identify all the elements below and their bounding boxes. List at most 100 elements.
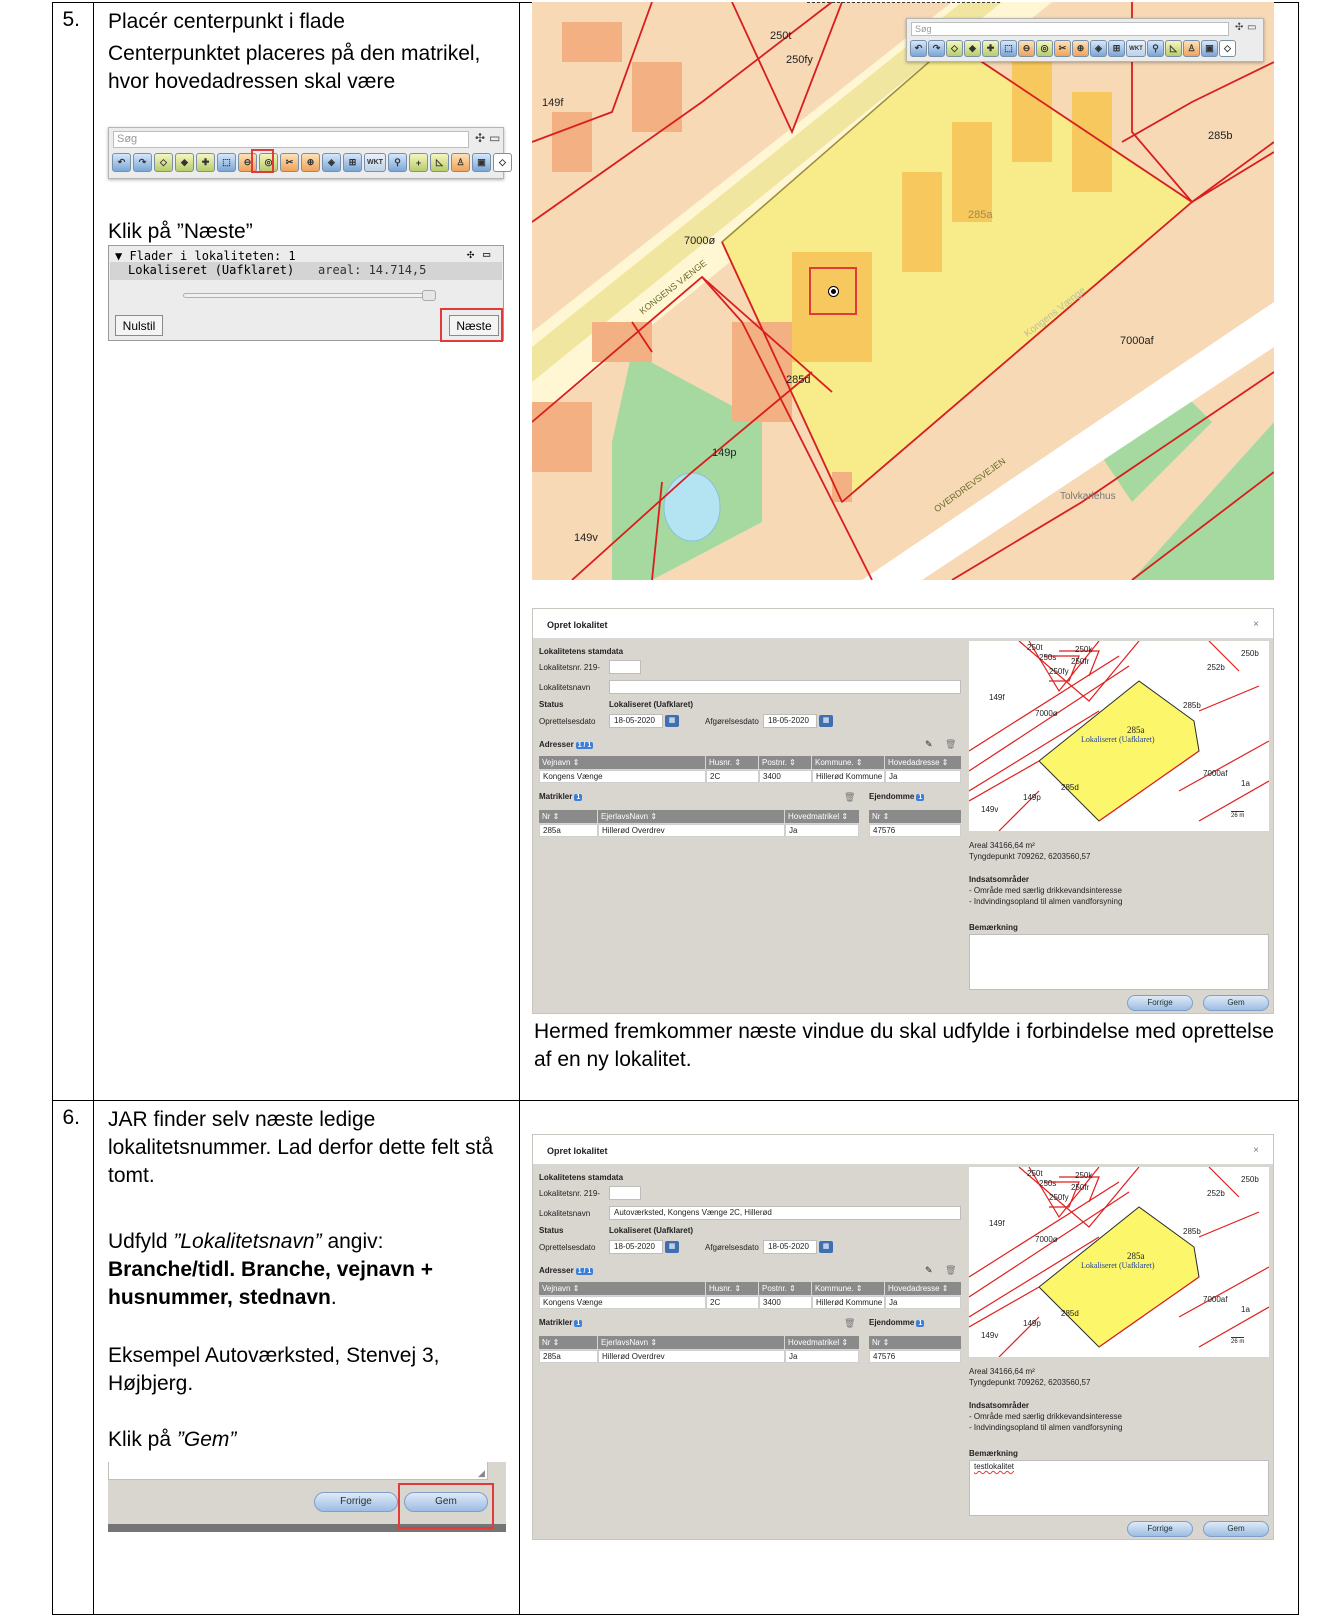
search-input[interactable]: Søg	[113, 131, 469, 148]
adresser-cell[interactable]: 2C	[706, 770, 759, 783]
measure-icon[interactable]: ◺	[430, 153, 449, 172]
photo-icon[interactable]: ▣	[472, 153, 491, 172]
location-pin-icon[interactable]: ⚲	[1147, 40, 1164, 57]
split-icon[interactable]: ✂	[1054, 40, 1071, 57]
draw-polygon-icon[interactable]: ◇	[154, 153, 173, 172]
adresser-header-kommune[interactable]: Kommune. ⇕	[812, 1282, 884, 1295]
tag-icon[interactable]: ◇	[493, 153, 512, 172]
adresser-cell[interactable]: Ja	[885, 1296, 961, 1309]
edit-icon[interactable]: ✎	[925, 739, 933, 750]
buffer-icon[interactable]: ◈	[322, 153, 341, 172]
adresser-header-hovedadresse[interactable]: Hovedadresse ⇕	[885, 1282, 961, 1295]
adresser-header-hovedadresse[interactable]: Hovedadresse ⇕	[885, 756, 961, 769]
merge-icon[interactable]: ⊕	[301, 153, 320, 172]
slider-handle[interactable]	[422, 290, 436, 301]
ejendomme-header-nr[interactable]: Nr ⇕	[869, 1336, 961, 1349]
edit-icon[interactable]: ✎	[925, 1265, 933, 1276]
lokalitetsnavn-field[interactable]: Autoværksted, Kongens Vænge 2C, Hillerød	[609, 1206, 961, 1220]
lokalitetsnr-field[interactable]	[609, 1186, 641, 1200]
add-point-icon[interactable]: +	[409, 153, 428, 172]
adresser-header-vejnavn[interactable]: Vejnavn ⇕	[539, 756, 705, 769]
matrikler-cell[interactable]: 285a	[539, 824, 598, 837]
wkt-icon[interactable]: WKT	[1126, 40, 1146, 57]
adresser-header-husnr[interactable]: Husnr. ⇕	[706, 1282, 758, 1295]
trash-icon[interactable]: 🗑	[844, 792, 855, 803]
adresser-cell[interactable]: Kongens Vænge	[539, 1296, 706, 1309]
reset-button[interactable]: Nulstil	[115, 315, 163, 336]
split-icon[interactable]: ✂	[280, 153, 299, 172]
add-polygon-icon[interactable]: ✚	[982, 40, 999, 57]
close-icon[interactable]: ×	[1253, 1145, 1259, 1156]
matrikler-header-nr[interactable]: Nr ⇕	[539, 810, 597, 823]
adresser-header-husnr[interactable]: Husnr. ⇕	[706, 756, 758, 769]
move-icon[interactable]: ✣	[1235, 22, 1243, 33]
trash-icon[interactable]: 🗑	[945, 1265, 956, 1276]
close-icon[interactable]: ×	[1253, 619, 1259, 630]
matrikler-header-nr[interactable]: Nr ⇕	[539, 1336, 597, 1349]
adresser-cell[interactable]: 3400	[759, 770, 812, 783]
photo-icon[interactable]: ▣	[1201, 40, 1218, 57]
adresser-cell[interactable]: 2C	[706, 1296, 759, 1309]
map-view[interactable]: 250t 250fy 149f 285b 285a 7000ø KONGENS …	[532, 2, 1274, 580]
oprettelsesdato-field[interactable]: 18-05-2020	[609, 1240, 663, 1254]
undo-icon[interactable]: ↶	[910, 40, 927, 57]
remove-icon[interactable]: ⊖	[1018, 40, 1035, 57]
matrikler-cell[interactable]: Hillerød Overdrev	[598, 1350, 785, 1363]
lokalitetsnavn-field[interactable]	[609, 680, 961, 694]
matrikler-cell[interactable]: Ja	[785, 824, 859, 837]
person-icon[interactable]: ♙	[1183, 40, 1200, 57]
flader-item[interactable]: Lokaliseret (Uafklaret) areal: 14.714,5	[110, 262, 502, 280]
select-area-icon[interactable]: ⬚	[1000, 40, 1017, 57]
matrikler-header-ejerlav[interactable]: EjerlavsNavn ⇕	[598, 810, 784, 823]
matrikler-cell[interactable]: Hillerød Overdrev	[598, 824, 785, 837]
buffer-icon[interactable]: ◈	[1090, 40, 1107, 57]
trash-icon[interactable]: 🗑	[945, 739, 956, 750]
trash-icon[interactable]: 🗑	[844, 1318, 855, 1329]
matrikler-header-hovedmatrikel[interactable]: Hovedmatrikel ⇕	[785, 810, 859, 823]
ejendomme-cell[interactable]: 47576	[869, 1350, 961, 1363]
mini-map[interactable]: 250t 250k 250s 250b 252b 250fr 250fy 149…	[969, 641, 1269, 831]
afgoerelsesdato-field[interactable]: 18-05-2020	[763, 714, 817, 728]
afgoerelsesdato-field[interactable]: 18-05-2020	[763, 1240, 817, 1254]
redo-icon[interactable]: ↷	[133, 153, 152, 172]
adresser-cell[interactable]: Ja	[885, 770, 961, 783]
calendar-icon[interactable]: ▦	[819, 715, 833, 727]
minimize-icon[interactable]: ▭	[483, 247, 490, 261]
location-pin-icon[interactable]: ⚲	[388, 153, 407, 172]
redo-icon[interactable]: ↷	[928, 40, 945, 57]
undo-icon[interactable]: ↶	[112, 153, 131, 172]
opacity-slider[interactable]	[183, 290, 436, 301]
save-button[interactable]: Gem	[1203, 1521, 1269, 1537]
centerpoint-marker[interactable]	[829, 287, 838, 296]
adresser-cell[interactable]: 3400	[759, 1296, 812, 1309]
bemaerkning-field[interactable]	[969, 934, 1269, 990]
calendar-icon[interactable]: ▦	[665, 715, 679, 727]
previous-button[interactable]: Forrige	[1127, 995, 1193, 1011]
bemaerkning-field[interactable]: testlokalitet	[969, 1460, 1269, 1516]
merge-icon[interactable]: ⊕	[1072, 40, 1089, 57]
draw-polygon-icon[interactable]: ◇	[946, 40, 963, 57]
adresser-header-postnr[interactable]: Postnr. ⇕	[759, 756, 811, 769]
mini-map[interactable]: 250t 250k 250s 250b 252b 250fr 250fy 149…	[969, 1167, 1269, 1357]
wkt-icon[interactable]: WKT	[364, 153, 386, 172]
resize-handle-icon[interactable]: ◢	[478, 1468, 485, 1479]
move-icon[interactable]: ✣	[475, 131, 485, 145]
tag-icon[interactable]: ◇	[1219, 40, 1236, 57]
save-button[interactable]: Gem	[1203, 995, 1269, 1011]
previous-button[interactable]: Forrige	[1127, 1521, 1193, 1537]
minimize-icon[interactable]: ▭	[489, 131, 500, 145]
matrikler-cell[interactable]: 285a	[539, 1350, 598, 1363]
adresser-header-vejnavn[interactable]: Vejnavn ⇕	[539, 1282, 705, 1295]
search-input[interactable]: Søg	[911, 22, 1229, 36]
minimize-icon[interactable]: ▭	[1247, 22, 1256, 33]
oprettelsesdato-field[interactable]: 18-05-2020	[609, 714, 663, 728]
edit-polygon-icon[interactable]: ◆	[175, 153, 194, 172]
grid-icon[interactable]: ⊞	[343, 153, 362, 172]
adresser-cell[interactable]: Hillerød Kommune	[812, 1296, 885, 1309]
ejendomme-header-nr[interactable]: Nr ⇕	[869, 810, 961, 823]
lokalitetsnr-field[interactable]	[609, 660, 641, 674]
measure-icon[interactable]: ◺	[1165, 40, 1182, 57]
adresser-header-postnr[interactable]: Postnr. ⇕	[759, 1282, 811, 1295]
adresser-cell[interactable]: Hillerød Kommune	[812, 770, 885, 783]
grid-icon[interactable]: ⊞	[1108, 40, 1125, 57]
